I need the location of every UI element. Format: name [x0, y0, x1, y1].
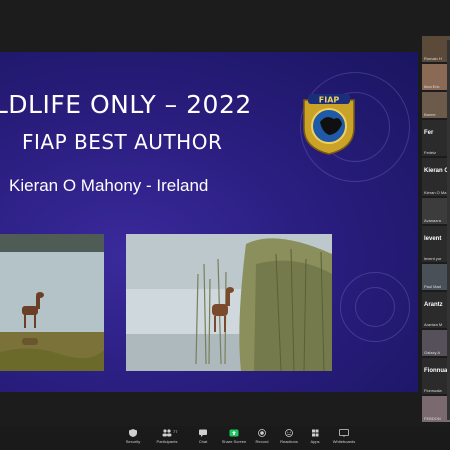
participant-name: Galaxy A — [424, 350, 441, 355]
participant-name: Paul Mad — [424, 284, 441, 289]
participant-tile[interactable]: Kieran O Kieran O Ma — [422, 158, 450, 196]
participant-name: Fedeiz — [424, 150, 437, 155]
participant-tile[interactable]: FEBDON — [422, 396, 450, 422]
participant-display-name: Kieran O — [424, 168, 450, 174]
shield-icon — [129, 429, 137, 437]
participant-tile[interactable]: Galaxy A — [422, 330, 450, 356]
meeting-toolbar: Security Participants Chat Share Screen … — [0, 426, 450, 450]
apps-icon — [312, 429, 319, 437]
whiteboards-label: Whiteboards — [332, 439, 356, 444]
participant-name: Kieran O Ma — [424, 190, 447, 195]
participants-icon — [162, 429, 172, 437]
participant-tile[interactable]: Ikna Eric — [422, 64, 450, 90]
record-icon — [258, 429, 266, 437]
share-screen-icon — [229, 429, 239, 437]
photo-deer-reeds — [126, 234, 332, 371]
participant-display-name: Fer — [424, 130, 434, 136]
whiteboards-button[interactable]: Whiteboards — [324, 429, 364, 444]
participant-tile[interactable]: Paul Mad — [422, 264, 450, 290]
whiteboard-icon — [339, 429, 349, 437]
slide-title: ILDLIFE ONLY – 2022 — [0, 90, 252, 119]
participant-tile[interactable]: Fionnual Fionnuala — [422, 358, 450, 394]
participant-display-name: levent — [424, 236, 442, 242]
participant-tile[interactable]: Fer Fedeiz — [422, 120, 450, 156]
participant-display-name: Fionnual — [424, 368, 449, 374]
chat-icon — [199, 429, 207, 437]
shared-screen: ILDLIFE ONLY – 2022 FIAP BEST AUTHOR Kie… — [0, 52, 418, 392]
slide-subtitle: FIAP BEST AUTHOR — [22, 130, 223, 154]
participants-label: Participants — [156, 439, 178, 444]
participant-name: Arantza M — [424, 322, 443, 327]
participant-name: Ikna Eric — [424, 84, 440, 89]
participant-tile[interactable]: Banne — [422, 92, 450, 118]
zoom-meeting-window: ILDLIFE ONLY – 2022 FIAP BEST AUTHOR Kie… — [0, 0, 450, 450]
participant-name: Avanazra — [424, 218, 441, 223]
photo-deer-lake — [0, 234, 104, 371]
reactions-icon — [285, 429, 293, 437]
fiap-logo: FIAP — [303, 94, 355, 155]
decor-ring — [355, 287, 395, 327]
slide-author: Kieran O Mahony - Ireland — [9, 176, 209, 195]
participants-button[interactable]: Participants — [147, 429, 187, 444]
svg-text:FIAP: FIAP — [319, 96, 340, 105]
participants-count: 77 — [173, 429, 178, 434]
participant-name: levent yur — [424, 256, 442, 261]
participant-tile[interactable]: Romain H — [422, 36, 450, 62]
participant-name: Fionnuala — [424, 388, 442, 393]
participant-name: Romain H — [424, 56, 442, 61]
participant-tile[interactable]: Arantz Arantza M — [422, 292, 450, 328]
participant-display-name: Arantz — [424, 302, 443, 308]
participant-tile[interactable]: levent levent yur — [422, 226, 450, 262]
participant-gallery: Romain H Ikna Eric Banne Fer Fedeiz Kieran OK… — [422, 36, 450, 426]
participant-name: Banne — [424, 112, 436, 117]
participant-name: FEBDON — [424, 416, 441, 421]
participant-tile[interactable]: Avanazra — [422, 198, 450, 224]
